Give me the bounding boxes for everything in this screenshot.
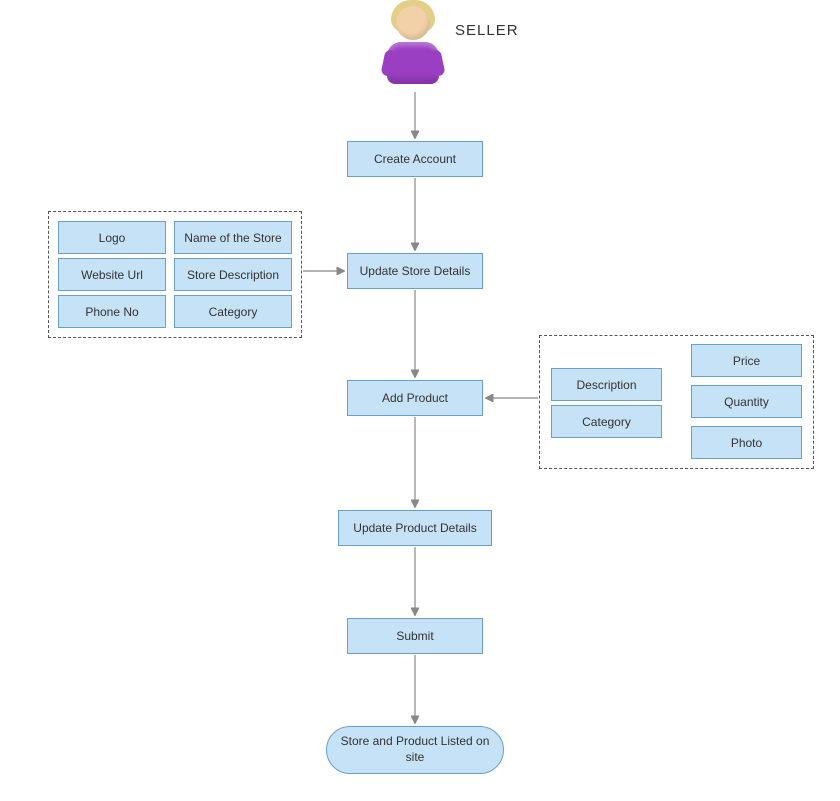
seller-avatar: [383, 0, 443, 90]
cell-store-description: Store Description: [174, 258, 292, 291]
cell-phone-no: Phone No: [58, 295, 166, 328]
node-terminator: Store and Product Listed on site: [326, 726, 504, 774]
cell-quantity: Quantity: [691, 385, 802, 418]
cell-store-name: Name of the Store: [174, 221, 292, 254]
cell-description: Description: [551, 368, 662, 401]
cell-price: Price: [691, 344, 802, 377]
cell-label: Category: [582, 415, 631, 429]
cell-product-category: Category: [551, 405, 662, 438]
cell-photo: Photo: [691, 426, 802, 459]
cell-label: Website Url: [81, 268, 143, 282]
cell-label: Logo: [99, 231, 126, 245]
cell-category: Category: [174, 295, 292, 328]
node-label: Store and Product Listed on site: [335, 734, 495, 765]
cell-label: Name of the Store: [184, 231, 281, 245]
actor-label: SELLER: [455, 22, 519, 39]
cell-label: Description: [576, 378, 636, 392]
cell-label: Phone No: [85, 305, 138, 319]
cell-label: Price: [733, 354, 760, 368]
node-label: Update Product Details: [353, 521, 476, 535]
cell-label: Photo: [731, 436, 762, 450]
cell-label: Quantity: [724, 395, 769, 409]
node-update-product: Update Product Details: [338, 510, 492, 546]
node-label: Add Product: [382, 391, 448, 405]
cell-website-url: Website Url: [58, 258, 166, 291]
node-label: Create Account: [374, 152, 456, 166]
node-label: Submit: [396, 629, 433, 643]
node-update-store: Update Store Details: [347, 253, 483, 289]
cell-logo: Logo: [58, 221, 166, 254]
cell-label: Store Description: [187, 268, 279, 282]
diagram-canvas: SELLER Create Account Update Store Detai…: [0, 0, 840, 801]
node-create-account: Create Account: [347, 141, 483, 177]
node-label: Update Store Details: [360, 264, 471, 278]
node-add-product: Add Product: [347, 380, 483, 416]
node-submit: Submit: [347, 618, 483, 654]
cell-label: Category: [209, 305, 258, 319]
